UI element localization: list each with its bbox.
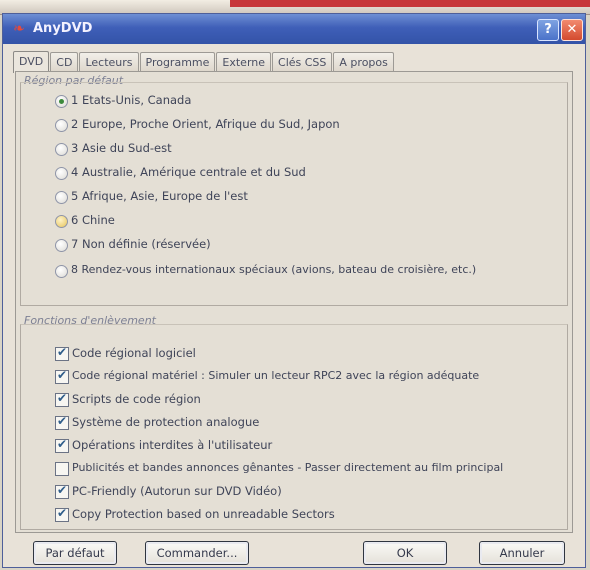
checkbox[interactable] xyxy=(55,391,69,407)
close-button[interactable]: ✕ xyxy=(561,19,583,41)
app-fox-icon: ❧ xyxy=(13,21,25,37)
order-button[interactable]: Commander... xyxy=(145,541,249,565)
ok-button[interactable]: OK xyxy=(363,541,447,565)
tab-dvd[interactable]: DVD xyxy=(13,51,50,73)
tab-lecteurs[interactable]: Lecteurs xyxy=(79,52,139,72)
cancel-button[interactable]: Annuler xyxy=(479,541,565,565)
checkbox[interactable] xyxy=(55,345,69,361)
features-group-box: Code régional logiciel Code régional mat… xyxy=(20,324,568,530)
default-button[interactable]: Par défaut xyxy=(33,541,117,565)
checkbox[interactable] xyxy=(55,483,69,499)
tab-externe[interactable]: Externe xyxy=(216,52,272,72)
title-bar[interactable]: ❧ AnyDVD ? ✕ xyxy=(3,14,585,44)
background-red-bar xyxy=(230,0,590,7)
tab-strip: DVD CD Lecteurs Programme Externe Clés CSS A p… xyxy=(13,50,453,73)
checkbox[interactable] xyxy=(55,462,69,476)
radio-button[interactable] xyxy=(55,143,68,156)
tab-panel-dvd: Région par défaut 1 Etats-Unis, Canada 2… xyxy=(15,71,573,533)
tab-cles-css[interactable]: Clés CSS xyxy=(272,52,333,72)
region-group-box: 1 Etats-Unis, Canada 2 Europe, Proche Or… xyxy=(20,82,568,306)
tab-programme[interactable]: Programme xyxy=(139,52,216,72)
tab-cd[interactable]: CD xyxy=(50,52,79,72)
radio-button[interactable] xyxy=(55,215,68,228)
checkbox[interactable] xyxy=(55,437,69,453)
anydvd-window: ❧ AnyDVD ? ✕ DVD CD Lecteurs Programme Exter… xyxy=(2,13,586,568)
radio-button[interactable] xyxy=(55,265,68,278)
checkbox[interactable] xyxy=(55,506,69,522)
radio-button[interactable] xyxy=(55,119,68,132)
checkbox[interactable] xyxy=(55,368,69,384)
window-title: AnyDVD xyxy=(33,21,93,36)
radio-button[interactable] xyxy=(55,191,68,204)
radio-button[interactable] xyxy=(55,239,68,252)
checkbox[interactable] xyxy=(55,414,69,430)
tab-a-propos[interactable]: A propos xyxy=(333,52,394,72)
radio-button[interactable] xyxy=(55,167,68,180)
radio-button[interactable] xyxy=(55,95,68,108)
help-button[interactable]: ? xyxy=(537,19,559,41)
